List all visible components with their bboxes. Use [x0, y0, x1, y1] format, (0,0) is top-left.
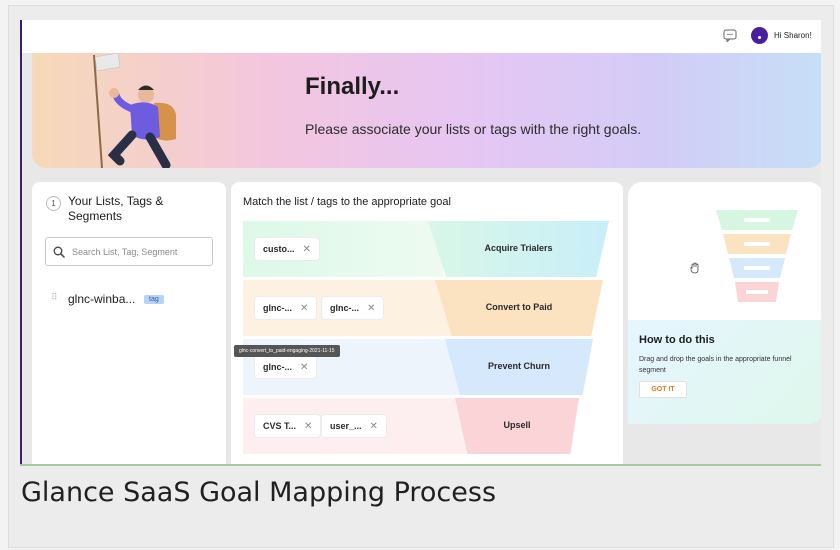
lists-panel-title: Your Lists, Tags & Segments: [68, 194, 164, 223]
how-to-title: How to do this: [639, 334, 715, 346]
funnel-illustration: [716, 210, 798, 302]
app-window: Hi Sharon! Finally... Please associate y…: [20, 20, 821, 465]
goal-label: Upsell: [503, 420, 531, 430]
remove-chip-icon[interactable]: ✕: [367, 303, 375, 314]
remove-chip-icon[interactable]: ✕: [300, 362, 308, 373]
hiker-illustration: [93, 53, 176, 168]
avatar[interactable]: [751, 27, 768, 44]
goal-row-convert[interactable]: Convert to Paid glnc-... ✕ glnc-... ✕: [243, 280, 609, 336]
user-greeting[interactable]: Hi Sharon!: [774, 31, 812, 40]
how-to-text: Drag and drop the goals in the appropria…: [639, 356, 792, 374]
list-chip[interactable]: glnc-... ✕: [322, 297, 384, 319]
search-input[interactable]: [72, 238, 210, 265]
goal-row-upsell[interactable]: Upsell CVS T... ✕ user_... ✕: [243, 398, 609, 454]
list-chip[interactable]: glnc-... ✕: [255, 356, 317, 378]
remove-chip-icon[interactable]: ✕: [303, 244, 311, 255]
step-number: 1: [46, 196, 61, 211]
chat-icon[interactable]: [723, 29, 737, 42]
caption: Glance SaaS Goal Mapping Process: [21, 477, 497, 508]
hand-cursor-icon: [690, 262, 699, 274]
list-chip[interactable]: custo... ✕: [255, 238, 319, 260]
goal-label: Acquire Trialers: [484, 243, 553, 253]
hero-subtitle: Please associate your lists or tags with…: [305, 121, 642, 137]
remove-chip-icon[interactable]: ✕: [300, 303, 308, 314]
chip-tooltip: glnc-convert_to_paid-engaging-2021-11-15: [234, 345, 340, 357]
list-chip[interactable]: user_... ✕: [322, 415, 386, 437]
lists-panel: 1 Your Lists, Tags & Segments ⠿ glnc-win…: [32, 182, 226, 465]
top-bar: Hi Sharon!: [22, 20, 821, 53]
goal-label: Prevent Churn: [487, 361, 550, 371]
hero-banner: Finally... Please associate your lists o…: [32, 53, 821, 168]
drag-handle-icon[interactable]: ⠿: [51, 294, 59, 307]
caption-divider: [20, 464, 821, 466]
goal-label: Convert to Paid: [485, 302, 553, 312]
how-to-card: How to do this Drag and drop the goals i…: [628, 320, 821, 424]
list-chip[interactable]: CVS T... ✕: [255, 415, 321, 437]
hero-title: Finally...: [305, 73, 400, 100]
funnel-panel: How to do this Drag and drop the goals i…: [628, 182, 821, 424]
goal-row-acquire[interactable]: Acquire Trialers custo... ✕: [243, 221, 609, 277]
remove-chip-icon[interactable]: ✕: [370, 421, 378, 432]
search-box: [45, 237, 213, 266]
got-it-button[interactable]: GOT IT: [639, 381, 687, 398]
goal-matching-title: Match the list / tags to the appropriate…: [243, 196, 451, 208]
tag-badge: tag: [144, 295, 164, 304]
remove-chip-icon[interactable]: ✕: [304, 421, 312, 432]
list-chip[interactable]: glnc-... ✕: [255, 297, 317, 319]
search-icon: [53, 246, 65, 258]
list-item-name: glnc-winba...: [68, 292, 136, 306]
goal-matching-panel: Match the list / tags to the appropriate…: [231, 182, 623, 465]
